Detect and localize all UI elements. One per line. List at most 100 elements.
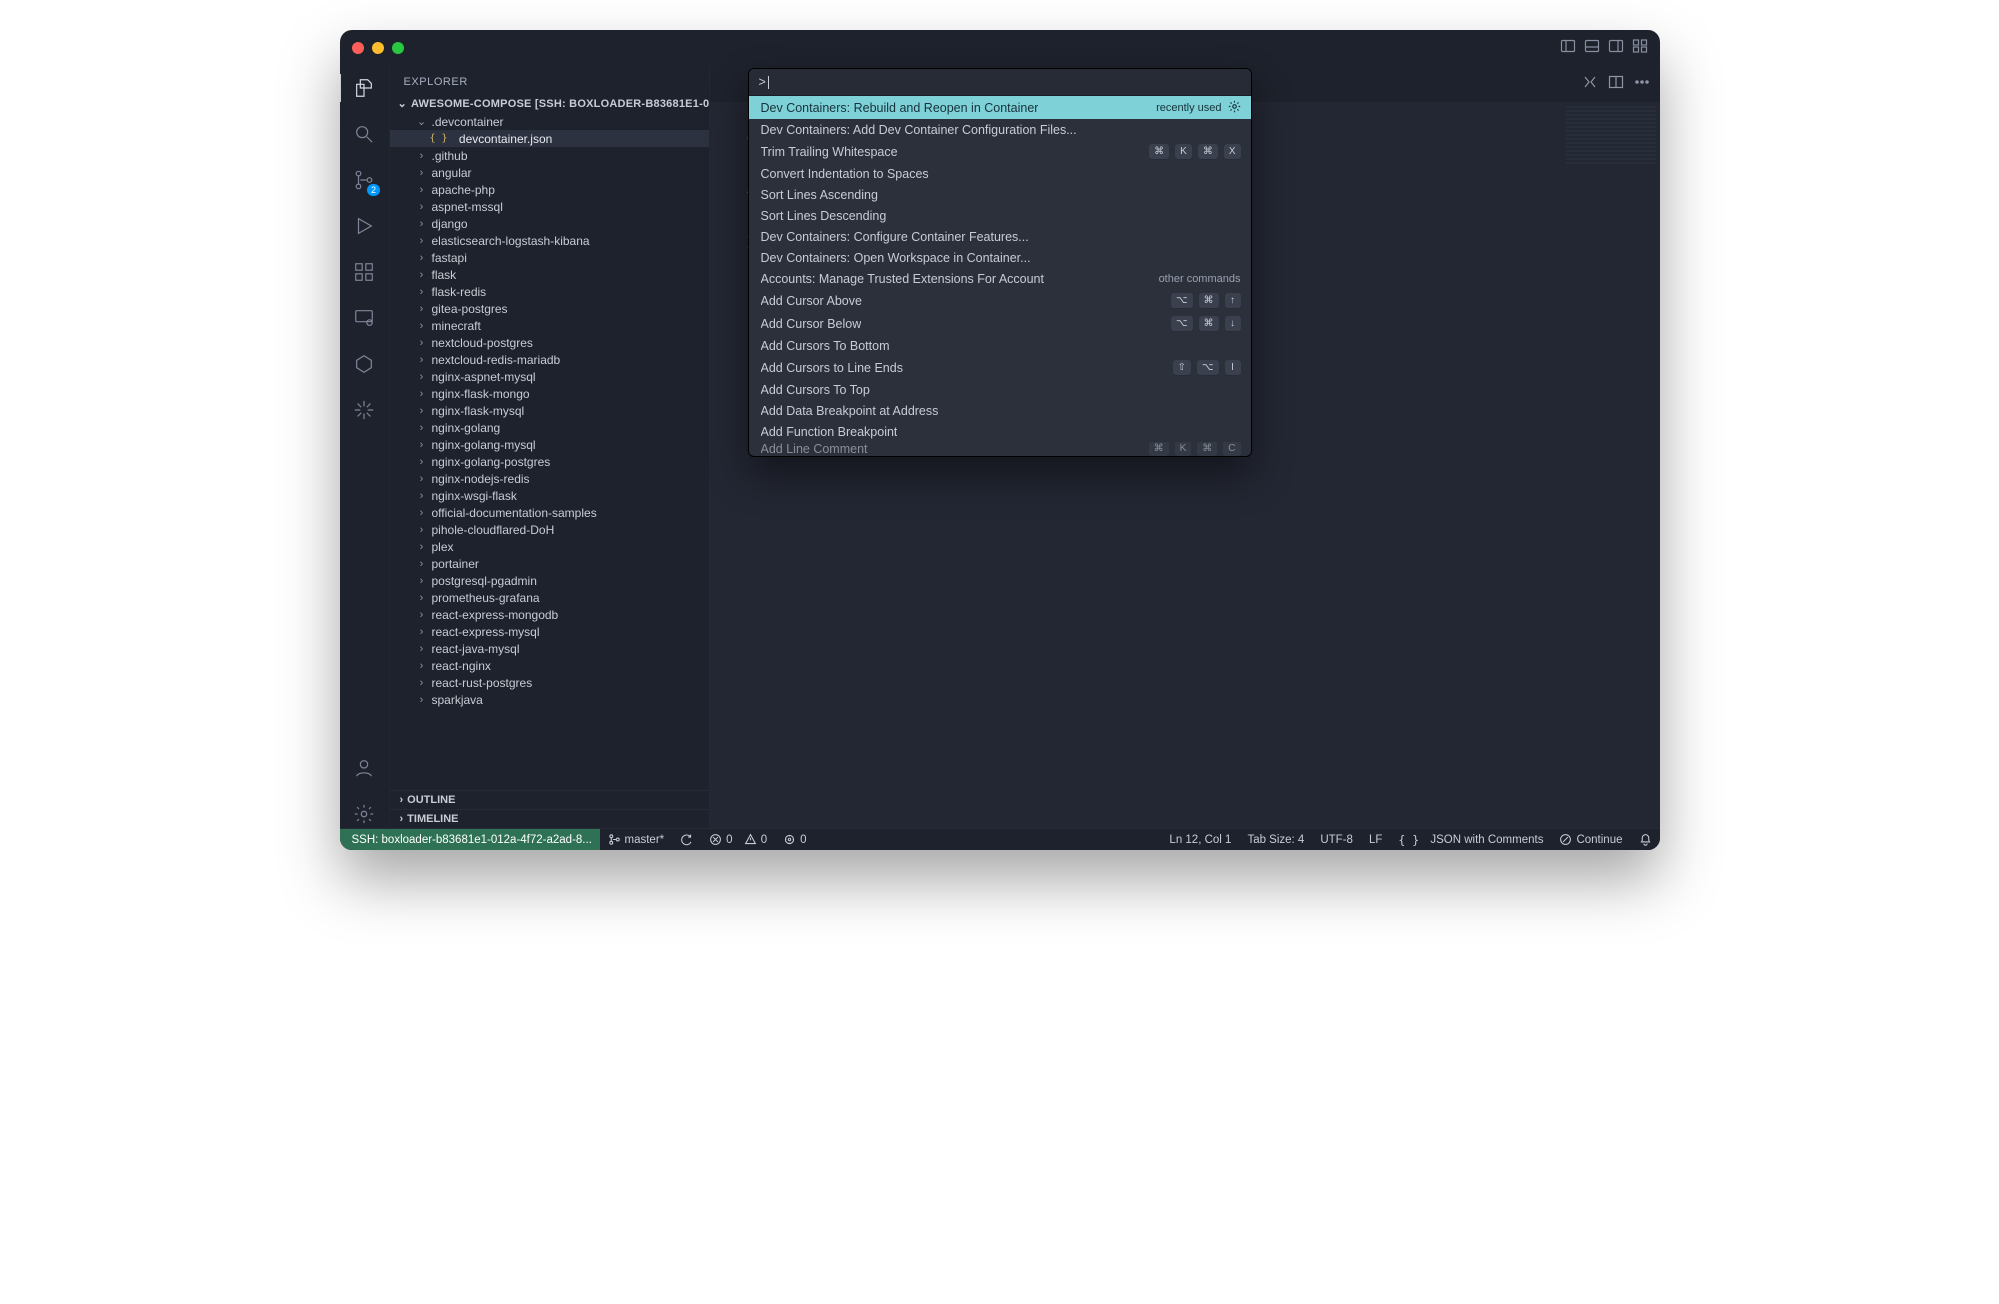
tree-folder[interactable]: ›nextcloud-postgres (390, 334, 709, 351)
problems[interactable]: 0 0 (701, 833, 775, 846)
palette-item[interactable]: Dev Containers: Configure Container Feat… (749, 226, 1251, 247)
sync-status[interactable] (672, 833, 701, 846)
close-window-icon[interactable] (352, 42, 364, 54)
spark-icon[interactable] (350, 396, 378, 424)
timeline-section[interactable]: ›TIMELINE (390, 809, 709, 828)
tree-folder[interactable]: ›nginx-flask-mongo (390, 385, 709, 402)
tree-folder[interactable]: ›react-express-mysql (390, 623, 709, 640)
hexagon-icon[interactable] (350, 350, 378, 378)
notifications-icon[interactable] (1631, 833, 1660, 846)
remote-status[interactable]: SSH: boxloader-b83681e1-012a-4f72-a2ad-8… (340, 829, 600, 850)
tree-folder[interactable]: ›portainer (390, 555, 709, 572)
tree-folder[interactable]: ›fastapi (390, 249, 709, 266)
tree-folder[interactable]: ›flask (390, 266, 709, 283)
palette-item[interactable]: Dev Containers: Rebuild and Reopen in Co… (749, 96, 1251, 119)
layout-customize-icon[interactable] (1632, 38, 1648, 57)
palette-item[interactable]: Dev Containers: Add Dev Container Config… (749, 119, 1251, 140)
palette-item[interactable]: Sort Lines Descending (749, 205, 1251, 226)
fullscreen-window-icon[interactable] (392, 42, 404, 54)
outline-label: OUTLINE (407, 794, 455, 806)
eol[interactable]: LF (1361, 834, 1390, 846)
outline-section[interactable]: ›OUTLINE (390, 790, 709, 809)
layout-toggle-bottom-icon[interactable] (1584, 38, 1600, 57)
palette-item[interactable]: Trim Trailing Whitespace⌘K⌘X (749, 140, 1251, 163)
tree-folder[interactable]: ›nginx-golang (390, 419, 709, 436)
palette-item[interactable]: Add Cursors To Top (749, 379, 1251, 400)
encoding[interactable]: UTF-8 (1312, 834, 1361, 846)
more-icon[interactable] (1634, 74, 1650, 93)
tree-folder[interactable]: ›pihole-cloudflared-DoH (390, 521, 709, 538)
split-editor-icon[interactable] (1608, 74, 1624, 93)
tree-folder[interactable]: ›nginx-golang-postgres (390, 453, 709, 470)
tree-folder[interactable]: ›nginx-aspnet-mysql (390, 368, 709, 385)
extensions-icon[interactable] (350, 258, 378, 286)
ports[interactable]: 0 (775, 833, 814, 846)
language-mode[interactable]: { } JSON with Comments (1390, 833, 1551, 847)
tree-folder[interactable]: ›flask-redis (390, 283, 709, 300)
folder-github[interactable]: ›.github (390, 147, 709, 164)
tree-folder[interactable]: ›aspnet-mssql (390, 198, 709, 215)
palette-item-right: ⌘K⌘C (1149, 442, 1241, 456)
tree-folder[interactable]: ›angular (390, 164, 709, 181)
palette-item[interactable]: Add Function Breakpoint (749, 421, 1251, 442)
run-debug-icon[interactable] (350, 212, 378, 240)
tree-label: nginx-golang (432, 421, 501, 435)
tree-folder[interactable]: ›elasticsearch-logstash-kibana (390, 232, 709, 249)
git-branch[interactable]: master* (600, 833, 673, 846)
tree-folder[interactable]: ›nginx-nodejs-redis (390, 470, 709, 487)
explorer-icon[interactable] (350, 74, 378, 102)
tree-folder[interactable]: ›react-express-mongodb (390, 606, 709, 623)
continue-button[interactable]: Continue (1551, 833, 1630, 846)
tree-folder[interactable]: ›sparkjava (390, 691, 709, 708)
folder-devcontainer[interactable]: ⌄.devcontainer (390, 113, 709, 130)
file-devcontainer-json[interactable]: { } devcontainer.json (390, 130, 709, 147)
tree-folder[interactable]: ›plex (390, 538, 709, 555)
palette-item[interactable]: Add Cursors to Line Ends⇧⌥I (749, 356, 1251, 379)
palette-item[interactable]: Sort Lines Ascending (749, 184, 1251, 205)
account-icon[interactable] (350, 754, 378, 782)
tree-label: portainer (432, 557, 479, 571)
settings-gear-icon[interactable] (350, 800, 378, 828)
layout-toggle-left-icon[interactable] (1560, 38, 1576, 57)
tree-folder[interactable]: ›gitea-postgres (390, 300, 709, 317)
palette-item[interactable]: Add Cursor Below⌥⌘↓ (749, 312, 1251, 335)
source-control-icon[interactable]: 2 (350, 166, 378, 194)
palette-item[interactable]: Add Line Comment⌘K⌘C (749, 442, 1251, 456)
tree-folder[interactable]: ›postgresql-pgadmin (390, 572, 709, 589)
tree-folder[interactable]: ›apache-php (390, 181, 709, 198)
palette-item[interactable]: Dev Containers: Open Workspace in Contai… (749, 247, 1251, 268)
layout-toggle-right-icon[interactable] (1608, 38, 1624, 57)
tree-folder[interactable]: ›nginx-wsgi-flask (390, 487, 709, 504)
project-root-label: AWESOME-COMPOSE [SSH: BOXLOADER-B83681E1… (411, 98, 709, 110)
tree-folder[interactable]: ›nextcloud-redis-mariadb (390, 351, 709, 368)
search-icon[interactable] (350, 120, 378, 148)
palette-item[interactable]: Add Data Breakpoint at Address (749, 400, 1251, 421)
palette-item[interactable]: Add Cursor Above⌥⌘↑ (749, 289, 1251, 312)
tree-folder[interactable]: ›official-documentation-samples (390, 504, 709, 521)
tree-folder[interactable]: ›nginx-golang-mysql (390, 436, 709, 453)
status-bar: SSH: boxloader-b83681e1-012a-4f72-a2ad-8… (340, 828, 1660, 850)
tree-folder[interactable]: ›prometheus-grafana (390, 589, 709, 606)
minimap[interactable] (1566, 106, 1656, 166)
gear-icon[interactable] (1228, 100, 1241, 116)
cursor-position[interactable]: Ln 12, Col 1 (1161, 834, 1239, 846)
compare-icon[interactable] (1582, 74, 1598, 93)
tree-folder[interactable]: ›nginx-flask-mysql (390, 402, 709, 419)
tree-folder[interactable]: ›react-nginx (390, 657, 709, 674)
json-icon: { } (430, 133, 448, 144)
tree-label: .github (432, 149, 468, 163)
palette-item[interactable]: Add Cursors To Bottom (749, 335, 1251, 356)
remote-explorer-icon[interactable] (350, 304, 378, 332)
project-root[interactable]: ⌄AWESOME-COMPOSE [SSH: BOXLOADER-B83681E… (390, 94, 709, 113)
command-palette-input[interactable]: > (749, 69, 1251, 96)
minimize-window-icon[interactable] (372, 42, 384, 54)
tree-folder[interactable]: ›django (390, 215, 709, 232)
palette-item[interactable]: Accounts: Manage Trusted Extensions For … (749, 268, 1251, 289)
tree-folder[interactable]: ›react-rust-postgres (390, 674, 709, 691)
palette-item[interactable]: Convert Indentation to Spaces (749, 163, 1251, 184)
file-tree[interactable]: ⌄.devcontainer { } devcontainer.json ›.g… (390, 113, 709, 790)
warning-count: 0 (761, 834, 767, 846)
tree-folder[interactable]: ›react-java-mysql (390, 640, 709, 657)
tree-folder[interactable]: ›minecraft (390, 317, 709, 334)
indentation[interactable]: Tab Size: 4 (1239, 834, 1312, 846)
